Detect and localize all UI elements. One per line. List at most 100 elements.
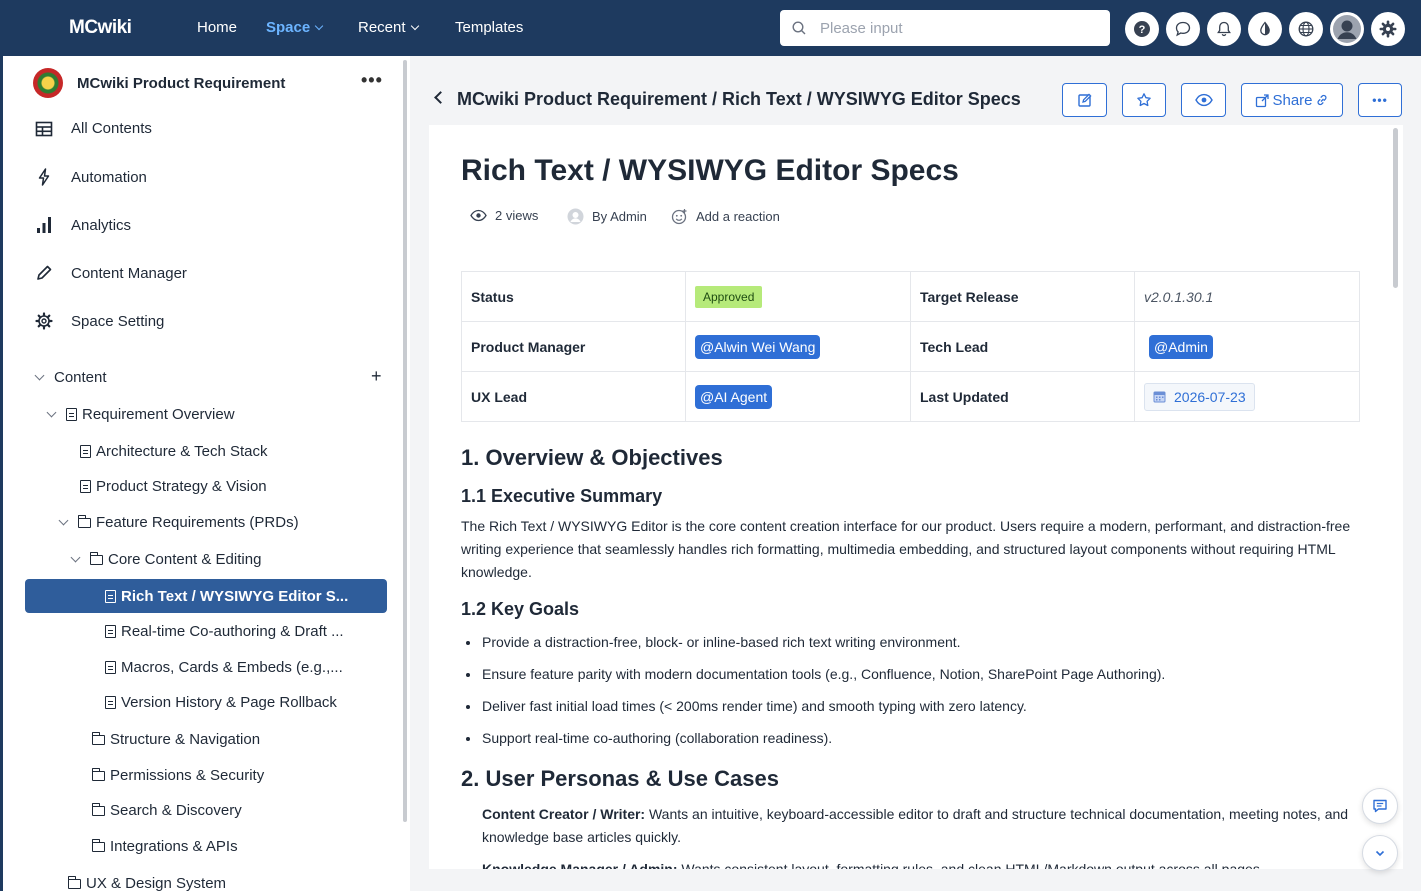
sidebar-item-all-contents[interactable]: All Contents — [33, 120, 152, 137]
list-item: Content Creator / Writer: Wants an intui… — [482, 803, 1362, 849]
pm-mention[interactable]: @Alwin Wei Wang — [695, 334, 821, 359]
tree-item-architecture[interactable]: Architecture & Tech Stack — [80, 443, 267, 460]
tree-item-requirement-overview[interactable]: Requirement Overview — [46, 406, 235, 423]
help-button[interactable]: ? — [1125, 12, 1159, 46]
tree-item-feature-requirements[interactable]: Feature Requirements (PRDs) — [58, 514, 299, 531]
space-header[interactable]: MCwiki Product Requirement — [33, 68, 285, 98]
date-value: 2026-07-23 — [1174, 388, 1246, 405]
scroll-down-button[interactable] — [1362, 835, 1398, 871]
share-button[interactable]: Share — [1241, 83, 1343, 117]
top-navigation-bar: MCwiki Home Space Recent Templates ? — [0, 0, 1421, 56]
watch-button[interactable] — [1181, 83, 1226, 117]
pm-key: Product Manager — [461, 321, 686, 372]
nav-templates[interactable]: Templates — [455, 19, 523, 36]
table-grid-icon — [33, 121, 55, 137]
list-item: Knowledge Manager / Admin: Wants consist… — [482, 858, 1362, 869]
tree-item-label: Real-time Co-authoring & Draft ... — [121, 623, 344, 640]
folder-icon — [68, 876, 81, 889]
search-input[interactable] — [820, 19, 1080, 37]
sidebar-scrollbar[interactable] — [403, 60, 407, 822]
status-badge: Approved — [695, 285, 763, 308]
content-section-toggle[interactable]: Content — [34, 369, 107, 386]
list-item: Deliver fast initial load times (< 200ms… — [466, 695, 1362, 718]
tree-item-macros[interactable]: Macros, Cards & Embeds (e.g.,... — [105, 659, 343, 676]
space-title: MCwiki Product Requirement — [77, 74, 286, 92]
search-icon — [792, 21, 806, 35]
add-content-button[interactable]: + — [371, 366, 382, 387]
calendar-icon — [1153, 391, 1166, 403]
tl-mention[interactable]: @Admin — [1149, 334, 1213, 359]
tree-item-version-history[interactable]: Version History & Page Rollback — [105, 694, 337, 711]
language-button[interactable] — [1289, 12, 1323, 46]
page-author[interactable]: By Admin — [567, 208, 647, 225]
tree-item-label: Structure & Navigation — [110, 731, 261, 748]
table-row: Product Manager @Alwin Wei Wang Tech Lea… — [461, 321, 1360, 372]
tree-item-product-strategy[interactable]: Product Strategy & Vision — [80, 478, 267, 495]
chat-bubble-icon — [1175, 21, 1191, 37]
global-search[interactable] — [780, 10, 1110, 46]
theme-toggle-button[interactable] — [1248, 12, 1282, 46]
add-reaction-button[interactable]: Add a reaction — [671, 208, 780, 225]
tree-item-co-authoring[interactable]: Real-time Co-authoring & Draft ... — [105, 623, 344, 640]
persona-desc: Wants consistent layout, formatting rule… — [677, 861, 1264, 869]
nav-home[interactable]: Home — [197, 19, 237, 36]
star-icon — [1137, 93, 1151, 107]
sidebar-item-space-setting[interactable]: Space Setting — [33, 312, 164, 330]
chevron-down-icon — [34, 370, 45, 381]
chat-button[interactable] — [1166, 12, 1200, 46]
page-properties-table: Status Approved Target Release v2.0.1.30… — [461, 271, 1360, 422]
back-chevron-icon[interactable] — [434, 91, 447, 104]
tree-item-label: UX & Design System — [86, 875, 227, 891]
tree-item-search-discovery[interactable]: Search & Discovery — [92, 802, 242, 819]
settings-button[interactable] — [1371, 12, 1405, 46]
chevron-down-icon — [314, 21, 324, 30]
chevron-down-icon — [58, 515, 69, 526]
nav-templates-label: Templates — [455, 19, 524, 36]
user-avatar[interactable] — [1330, 12, 1364, 46]
nav-space[interactable]: Space — [266, 19, 324, 36]
tl-cell: @Admin — [1134, 321, 1360, 372]
space-logo — [33, 68, 63, 98]
sidebar-item-automation[interactable]: Automation — [33, 168, 147, 186]
tree-item-integrations[interactable]: Integrations & APIs — [92, 838, 238, 855]
ux-mention[interactable]: @AI Agent — [695, 384, 773, 409]
page-scrollbar[interactable] — [1393, 128, 1398, 288]
document-icon — [80, 480, 91, 493]
tree-item-core-content[interactable]: Core Content & Editing — [70, 551, 261, 568]
sidebar-item-analytics[interactable]: Analytics — [33, 216, 131, 234]
share-icon — [1256, 93, 1270, 107]
status-key: Status — [461, 271, 686, 322]
tree-item-label: Macros, Cards & Embeds (e.g.,... — [121, 659, 343, 676]
favorite-button[interactable] — [1122, 83, 1166, 117]
notifications-button[interactable] — [1207, 12, 1241, 46]
smiley-icon — [671, 209, 687, 225]
space-more-button[interactable]: ••• — [361, 70, 383, 91]
date-chip[interactable]: 2026-07-23 — [1144, 382, 1255, 411]
tree-item-structure-navigation[interactable]: Structure & Navigation — [92, 731, 260, 748]
ux-key: UX Lead — [461, 371, 686, 422]
release-cell: v2.0.1.30.1 — [1134, 271, 1360, 322]
eye-icon — [470, 209, 487, 222]
tree-item-rich-text-editor[interactable]: Rich Text / WYSIWYG Editor S... — [105, 588, 348, 605]
folder-icon — [92, 839, 105, 852]
breadcrumb: MCwiki Product Requirement / Rich Text /… — [457, 89, 1021, 109]
document-icon — [105, 590, 116, 603]
section-heading-key-goals: 1.2 Key Goals — [461, 599, 580, 619]
tree-item-label: Product Strategy & Vision — [96, 478, 267, 495]
app-logo[interactable]: MCwiki — [69, 17, 132, 39]
tree-item-label: Integrations & APIs — [110, 838, 238, 855]
tree-item-ux-design[interactable]: UX & Design System — [68, 875, 226, 891]
content-section-label: Content — [54, 369, 107, 386]
help-icon: ? — [1134, 21, 1150, 37]
edit-button[interactable] — [1062, 83, 1107, 117]
folder-icon — [78, 515, 91, 528]
more-actions-button[interactable]: ••• — [1358, 83, 1402, 117]
document-icon — [105, 661, 116, 674]
sidebar-item-content-manager[interactable]: Content Manager — [33, 264, 187, 282]
nav-recent[interactable]: Recent — [358, 19, 419, 36]
personas-list: Content Creator / Writer: Wants an intui… — [482, 803, 1362, 869]
comments-float-button[interactable] — [1362, 788, 1398, 824]
avatar-icon — [567, 208, 584, 225]
tree-item-permissions[interactable]: Permissions & Security — [92, 767, 264, 784]
add-reaction-label: Add a reaction — [696, 209, 780, 224]
